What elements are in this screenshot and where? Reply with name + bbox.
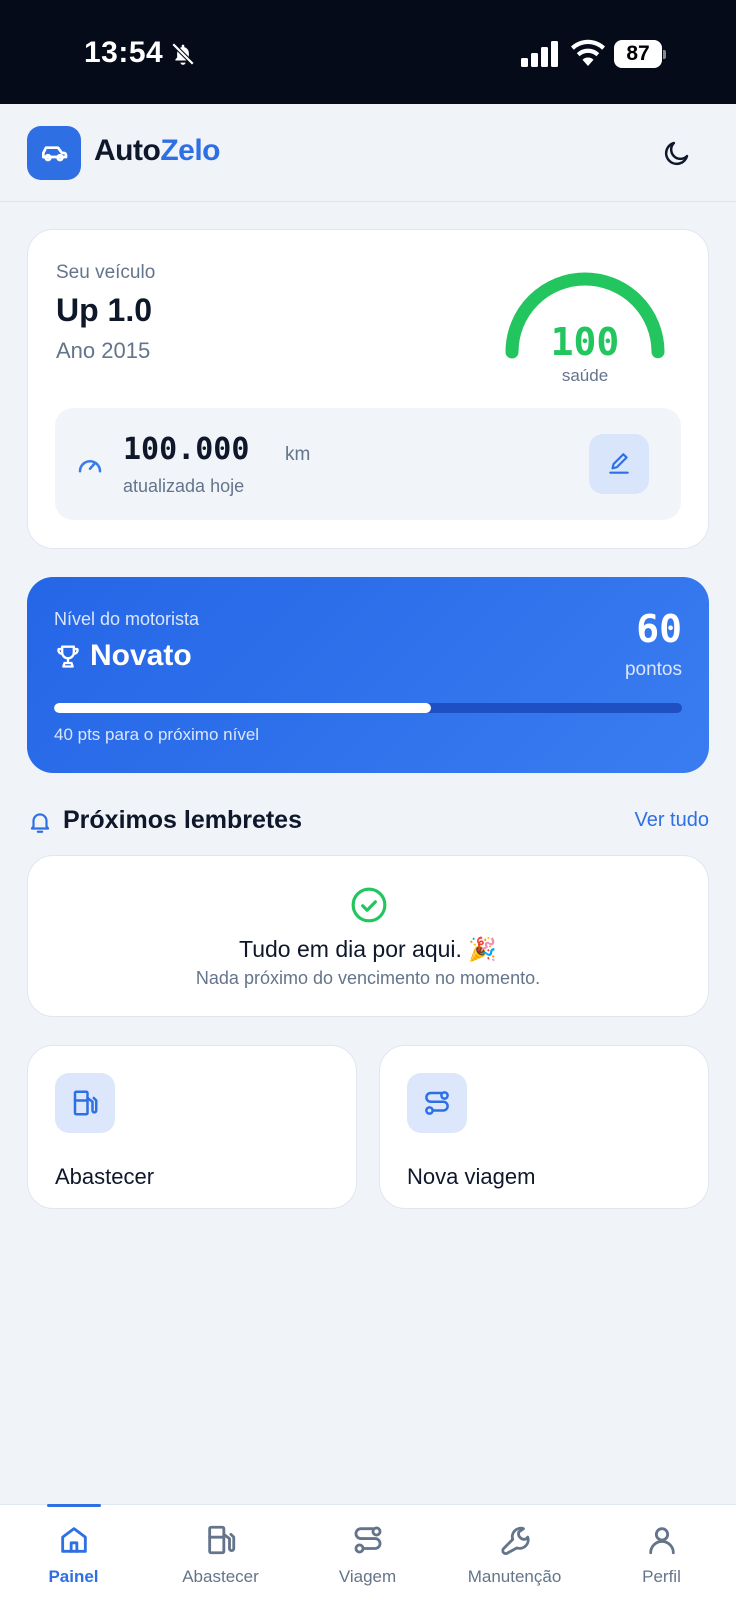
refuel-action-label: Abastecer xyxy=(55,1164,155,1189)
wrench-icon xyxy=(500,1526,530,1556)
nav-item-abastecer[interactable]: Abastecer xyxy=(147,1505,294,1600)
see-all-link[interactable]: Ver tudo xyxy=(634,809,709,832)
level-points-label: pontos xyxy=(624,659,682,680)
reminders-header: Próximos lembretes Ver tudo xyxy=(27,802,709,842)
fuel-action-icon-box xyxy=(55,1073,115,1133)
health-value: 100 xyxy=(550,320,620,364)
wifi-icon xyxy=(571,39,605,66)
new-trip-action-card[interactable]: Nova viagem xyxy=(379,1045,709,1209)
refuel-action-card[interactable]: Abastecer xyxy=(27,1045,357,1209)
bell-icon xyxy=(30,813,50,833)
odometer-value: 100.000 xyxy=(123,432,250,467)
nav-item-painel[interactable]: Painel xyxy=(0,1505,147,1600)
odometer-updated: atualizada hoje xyxy=(123,476,245,496)
route-icon xyxy=(354,1526,381,1554)
vehicle-label: Seu veículo xyxy=(56,262,156,283)
trophy-icon xyxy=(57,645,79,668)
user-icon xyxy=(648,1527,675,1555)
car-icon xyxy=(42,146,68,162)
nav-label-perfil: Perfil xyxy=(642,1567,681,1586)
app-header: AutoZelo xyxy=(0,104,736,202)
trip-action-icon-box xyxy=(407,1073,467,1133)
reminders-title: Próximos lembretes xyxy=(63,806,302,834)
app-logo: AutoZelo xyxy=(94,134,220,168)
odometer-unit: km xyxy=(285,444,311,465)
driver-level-card[interactable]: Nível do motorista Novato 60 pontos 40 p… xyxy=(27,577,709,773)
level-name-row: Novato xyxy=(54,639,192,673)
status-time: 13:54 xyxy=(84,36,164,69)
theme-toggle-button[interactable] xyxy=(660,136,694,170)
battery-tip xyxy=(663,50,666,59)
edit-odometer-button[interactable] xyxy=(589,434,649,494)
fuel-pump-icon xyxy=(73,1090,98,1116)
speedometer-icon xyxy=(78,460,102,473)
odometer-box: 100.000 km atualizada hoje xyxy=(55,408,681,520)
logo-text-part2: Zelo xyxy=(160,134,220,167)
reminders-empty-subtitle: Nada próximo do vencimento no momento. xyxy=(195,968,541,988)
battery-indicator: 87 xyxy=(614,40,666,68)
vehicle-name: Up 1.0 xyxy=(56,292,153,328)
moon-icon xyxy=(664,141,689,166)
route-icon xyxy=(425,1091,449,1115)
nav-label-painel: Painel xyxy=(48,1567,99,1586)
home-icon xyxy=(60,1527,87,1553)
new-trip-action-label: Nova viagem xyxy=(407,1164,536,1189)
vehicle-year: Ano 2015 xyxy=(56,338,151,363)
fuel-icon xyxy=(207,1525,235,1555)
nav-item-perfil[interactable]: Perfil xyxy=(588,1505,735,1600)
nav-label-manutencao: Manutenção xyxy=(467,1567,562,1586)
bell-off-icon xyxy=(171,42,195,66)
pencil-icon xyxy=(609,453,629,474)
level-progress-bar xyxy=(54,703,682,713)
level-name: Novato xyxy=(90,639,192,672)
reminders-empty-title: Tudo em dia por aqui. 🎉 xyxy=(239,936,497,962)
nav-label-abastecer: Abastecer xyxy=(182,1567,259,1586)
cellular-signal-icon xyxy=(521,41,558,67)
vehicle-card: Seu veículo Up 1.0 Ano 2015 100 saúde 10… xyxy=(27,229,709,549)
level-next-text: 40 pts para o próximo nível xyxy=(54,725,260,744)
logo-text-part1: Auto xyxy=(94,134,161,167)
logo-badge xyxy=(27,126,81,180)
nav-label-viagem: Viagem xyxy=(338,1567,397,1586)
status-bar: 13:54 87 xyxy=(0,0,736,104)
battery-level: 87 xyxy=(614,40,662,68)
reminders-card: Tudo em dia por aqui. 🎉 Nada próximo do … xyxy=(27,855,709,1017)
health-label: saúde xyxy=(561,366,609,385)
level-progress-fill xyxy=(54,703,431,713)
bottom-nav: Painel Abastecer Viagem Manutenção Perfi… xyxy=(0,1504,736,1600)
level-label: Nível do motorista xyxy=(54,609,200,629)
nav-active-indicator xyxy=(47,1504,101,1507)
nav-item-manutencao[interactable]: Manutenção xyxy=(441,1505,588,1600)
check-circle-icon xyxy=(351,887,387,923)
level-points: 60 xyxy=(636,607,682,651)
nav-item-viagem[interactable]: Viagem xyxy=(294,1505,441,1600)
